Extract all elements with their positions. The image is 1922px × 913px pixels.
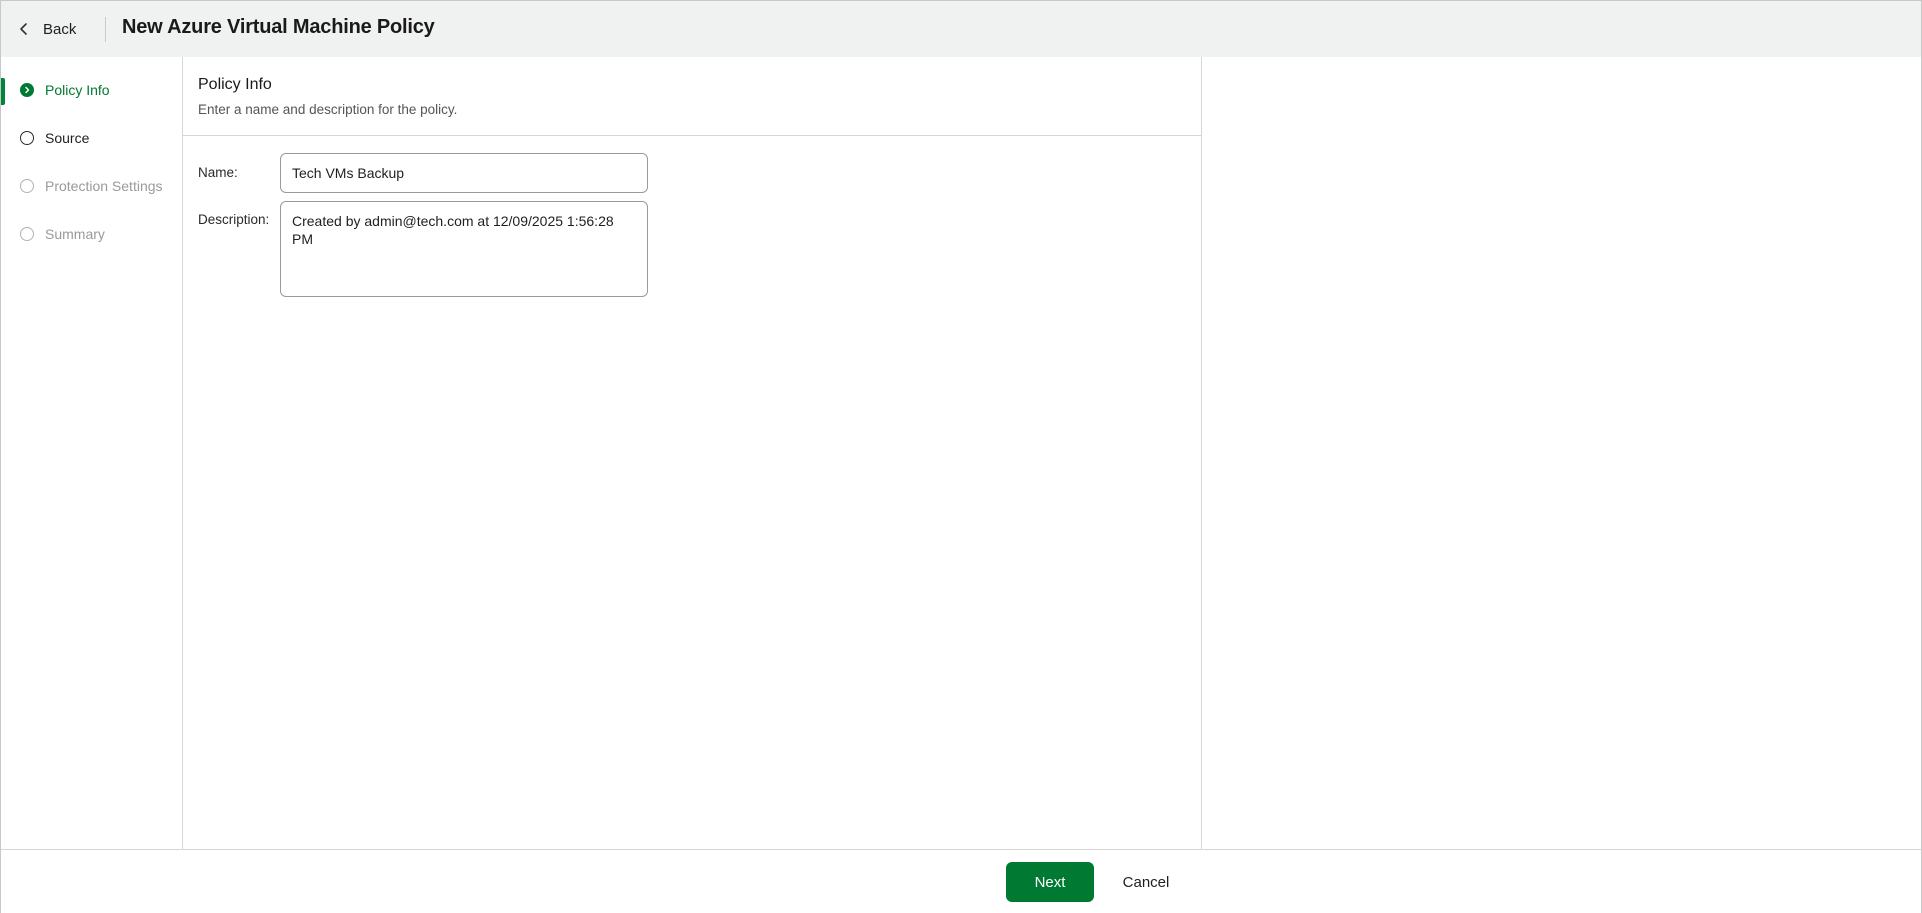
- section-divider: [183, 135, 1201, 136]
- step-circle-icon: [20, 227, 34, 241]
- description-label: Description:: [198, 212, 270, 227]
- step-label: Policy Info: [45, 82, 110, 98]
- section-title: Policy Info: [198, 76, 272, 93]
- step-label: Source: [45, 130, 90, 146]
- footer-bar: Next Cancel: [1, 849, 1921, 913]
- back-button[interactable]: Back: [19, 16, 76, 42]
- description-textarea[interactable]: Created by admin@tech.com at 12/09/2025 …: [280, 201, 648, 297]
- step-policy-info[interactable]: Policy Info: [1, 75, 182, 105]
- step-circle-icon: [20, 131, 34, 145]
- step-protection-settings: Protection Settings: [1, 171, 182, 201]
- step-label: Summary: [45, 226, 105, 242]
- step-source[interactable]: Source: [1, 123, 182, 153]
- page-title: New Azure Virtual Machine Policy: [122, 16, 435, 38]
- chevron-left-icon: [19, 22, 29, 36]
- step-circle-icon: [20, 179, 34, 193]
- header-divider: [105, 17, 106, 42]
- name-input[interactable]: [280, 153, 648, 193]
- wizard-steps-sidebar: Policy Info Source Protection Settings S…: [1, 57, 183, 849]
- section-description: Enter a name and description for the pol…: [198, 102, 458, 117]
- active-step-indicator: [1, 78, 5, 105]
- step-label: Protection Settings: [45, 178, 163, 194]
- wizard-window: Back New Azure Virtual Machine Policy Po…: [0, 0, 1922, 913]
- policy-info-panel: Policy Info Enter a name and description…: [183, 57, 1202, 849]
- cancel-button[interactable]: Cancel: [1109, 862, 1183, 902]
- header-bar: Back New Azure Virtual Machine Policy: [1, 1, 1921, 57]
- chevron-right-circle-icon: [20, 83, 34, 97]
- name-label: Name:: [198, 165, 238, 180]
- next-button[interactable]: Next: [1006, 862, 1094, 902]
- back-label: Back: [43, 20, 77, 38]
- step-summary: Summary: [1, 219, 182, 249]
